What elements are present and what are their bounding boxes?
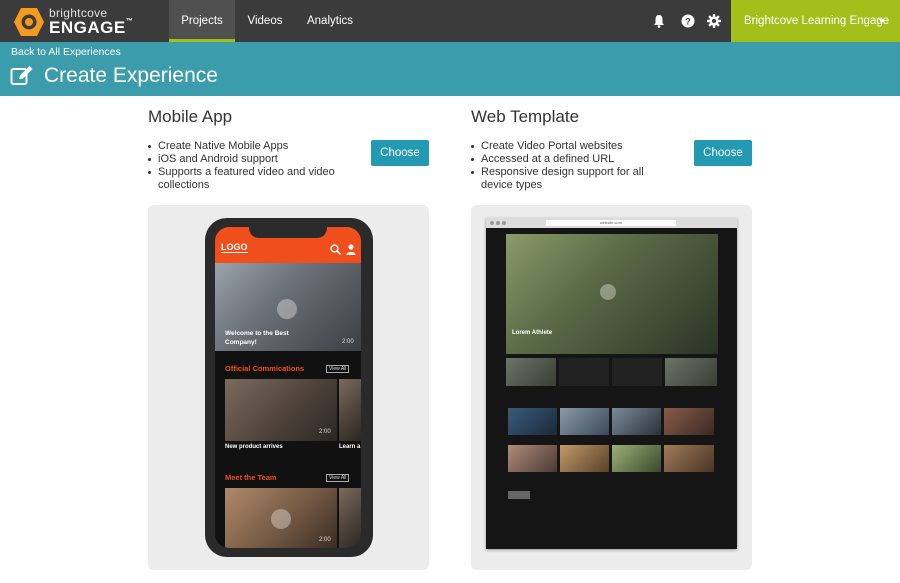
brightcove-engage-logo[interactable]: brightcove ENGAGE™ bbox=[13, 6, 133, 37]
duration-label: 2:00 bbox=[319, 537, 331, 543]
logo-text-main: ENGAGE™ bbox=[49, 18, 134, 37]
page-title: Create Experience bbox=[44, 64, 218, 87]
list-item: Accessed at a defined URL bbox=[471, 153, 676, 166]
phone-screen: LOGO Welcome to the Best Company! 2:00 O… bbox=[215, 227, 361, 548]
choose-button[interactable]: Choose bbox=[371, 140, 429, 166]
chevron-down-icon: ▼ bbox=[877, 16, 886, 26]
play-icon bbox=[271, 509, 291, 529]
view-all-label: View All bbox=[326, 474, 350, 482]
gear-icon[interactable] bbox=[706, 13, 722, 29]
search-icon bbox=[330, 244, 341, 255]
video-thumbnail bbox=[508, 445, 557, 472]
thumbnail-caption: Learn a bbox=[339, 444, 361, 450]
user-icon bbox=[346, 244, 356, 255]
video-thumbnail bbox=[664, 408, 714, 435]
video-thumbnail bbox=[560, 408, 609, 435]
video-thumbnail bbox=[612, 445, 661, 472]
hero-caption: Welcome to the Best Company! bbox=[225, 330, 289, 346]
video-thumbnail bbox=[508, 408, 557, 435]
thumbnail-caption: New product arrives bbox=[225, 444, 283, 450]
top-nav: brightcove ENGAGE™ Projects Videos Analy… bbox=[0, 0, 900, 42]
play-icon bbox=[277, 299, 297, 319]
app-logo: LOGO bbox=[221, 242, 248, 253]
browser-url: website.com bbox=[546, 220, 676, 226]
option-title: Web Template bbox=[471, 107, 580, 126]
tab-projects[interactable]: Projects bbox=[169, 0, 235, 42]
list-item: Supports a featured video and video coll… bbox=[148, 166, 348, 192]
browser-mockup: website.com Lorem Athlete bbox=[486, 218, 737, 549]
window-dot bbox=[496, 221, 500, 225]
video-thumbnail bbox=[339, 488, 361, 548]
feature-list: Create Video Portal websites Accessed at… bbox=[471, 140, 676, 192]
svg-text:?: ? bbox=[685, 17, 691, 27]
account-menu[interactable]: Brightcove Learning Engage ▼ bbox=[731, 0, 900, 42]
phone-notch bbox=[249, 224, 327, 238]
list-item: iOS and Android support bbox=[148, 153, 348, 166]
web-hero-title: Lorem Athlete bbox=[512, 330, 553, 336]
video-thumbnail bbox=[612, 358, 662, 386]
section-title: Official Commications bbox=[225, 364, 305, 373]
list-item: Create Native Mobile Apps bbox=[148, 140, 348, 153]
video-thumbnail bbox=[559, 358, 609, 386]
list-item: Responsive design support for all device… bbox=[471, 166, 676, 192]
play-icon bbox=[600, 284, 616, 300]
choose-button[interactable]: Choose bbox=[694, 140, 752, 166]
help-icon[interactable]: ? bbox=[680, 13, 696, 29]
bell-icon[interactable] bbox=[651, 13, 667, 29]
list-item: Create Video Portal websites bbox=[471, 140, 676, 153]
option-title: Mobile App bbox=[148, 107, 233, 126]
duration-label: 2:00 bbox=[342, 339, 354, 345]
brightcove-hexagon-icon bbox=[14, 8, 44, 36]
video-thumbnail bbox=[560, 445, 609, 472]
view-all-label: View All bbox=[326, 365, 350, 373]
window-dot bbox=[490, 221, 494, 225]
load-more-button bbox=[508, 491, 530, 499]
video-thumbnail bbox=[665, 358, 717, 386]
video-thumbnail bbox=[339, 379, 361, 441]
feature-list: Create Native Mobile Apps iOS and Androi… bbox=[148, 140, 348, 192]
edit-icon bbox=[10, 66, 33, 85]
window-dot bbox=[502, 221, 506, 225]
video-thumbnail bbox=[664, 445, 714, 472]
back-link[interactable]: Back to All Experiences bbox=[11, 46, 121, 58]
tab-analytics[interactable]: Analytics bbox=[300, 0, 360, 42]
section-title: Meet the Team bbox=[225, 473, 277, 482]
page-header: Back to All Experiences Create Experienc… bbox=[0, 42, 900, 96]
video-thumbnail bbox=[612, 408, 661, 435]
tab-videos[interactable]: Videos bbox=[240, 0, 290, 42]
video-thumbnail bbox=[506, 358, 556, 386]
account-name: Brightcove Learning Engage bbox=[744, 15, 890, 27]
duration-label: 2:00 bbox=[319, 429, 331, 435]
browser-toolbar: website.com bbox=[486, 218, 737, 228]
